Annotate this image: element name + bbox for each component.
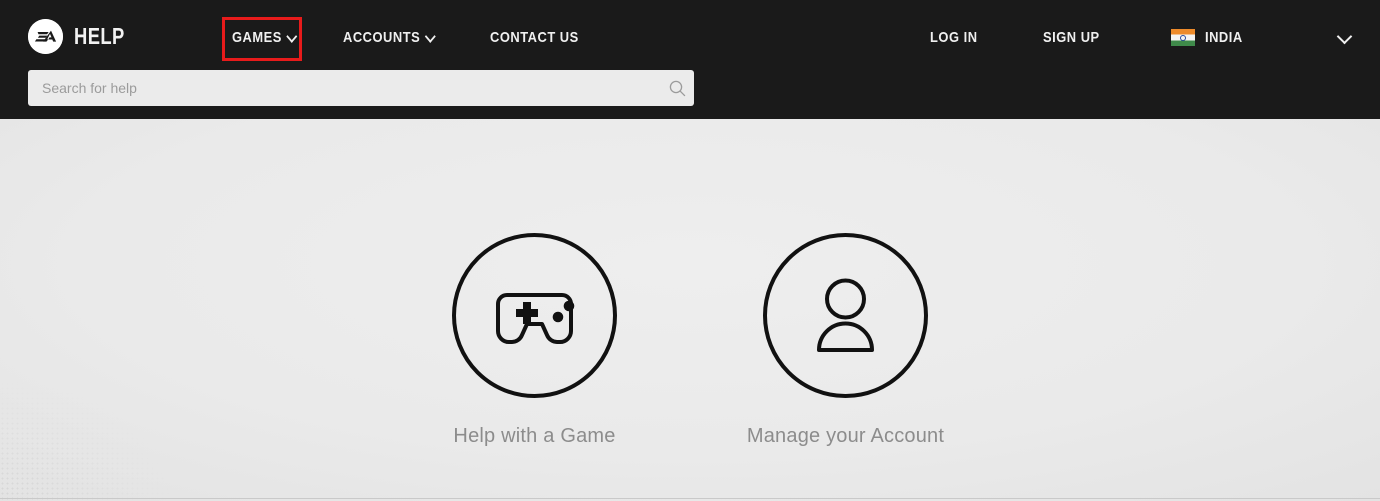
- india-flag-icon: [1171, 29, 1196, 46]
- nav-item-games-label: GAMES: [232, 29, 282, 46]
- log-in-button[interactable]: LOG IN: [930, 29, 978, 46]
- search-icon[interactable]: [660, 70, 694, 106]
- person-icon: [762, 232, 929, 399]
- gamepad-icon: [451, 232, 618, 399]
- chevron-down-icon: [287, 31, 296, 42]
- region-selector[interactable]: INDIA: [1171, 29, 1249, 46]
- nav-item-games[interactable]: GAMES: [232, 29, 297, 46]
- ashoka-chakra: [1180, 34, 1187, 41]
- tile-help-with-a-game[interactable]: Help with a Game: [435, 232, 635, 448]
- chevron-down-icon: [425, 31, 434, 42]
- brand-title: HELP: [74, 23, 125, 49]
- nav-item-accounts[interactable]: ACCOUNTS: [343, 29, 435, 46]
- log-in-label: LOG IN: [930, 29, 978, 46]
- main-content: Help with a Game Manage your Account: [0, 119, 1380, 501]
- region-label: INDIA: [1205, 29, 1243, 46]
- ea-logo-icon: [28, 19, 63, 54]
- site-header: HELP GAMES ACCOUNTS CONTACT US LOG IN SI…: [0, 0, 1380, 119]
- tile-help-with-a-game-label: Help with a Game: [453, 425, 616, 447]
- chevron-down-icon[interactable]: [1337, 30, 1353, 46]
- brand-lockup[interactable]: HELP: [28, 19, 137, 54]
- sign-up-label: SIGN UP: [1043, 29, 1100, 46]
- header-nav-row: HELP GAMES ACCOUNTS CONTACT US LOG IN SI…: [0, 0, 1380, 70]
- nav-item-contact-us-label: CONTACT US: [489, 29, 579, 46]
- tile-manage-your-account-label: Manage your Account: [746, 425, 945, 447]
- nav-item-accounts-label: ACCOUNTS: [343, 29, 421, 46]
- search-input[interactable]: [28, 80, 660, 96]
- nav-item-contact-us[interactable]: CONTACT US: [490, 29, 579, 46]
- category-tiles: Help with a Game Manage your Account: [0, 119, 1380, 501]
- sign-up-button[interactable]: SIGN UP: [1043, 29, 1100, 46]
- account-nav: LOG IN SIGN UP INDIA: [930, 29, 1380, 46]
- primary-nav: GAMES ACCOUNTS CONTACT US: [232, 29, 593, 46]
- tile-manage-your-account[interactable]: Manage your Account: [746, 232, 946, 448]
- ea-help-page: HELP GAMES ACCOUNTS CONTACT US LOG IN SI…: [0, 0, 1380, 501]
- search-bar[interactable]: [28, 70, 694, 106]
